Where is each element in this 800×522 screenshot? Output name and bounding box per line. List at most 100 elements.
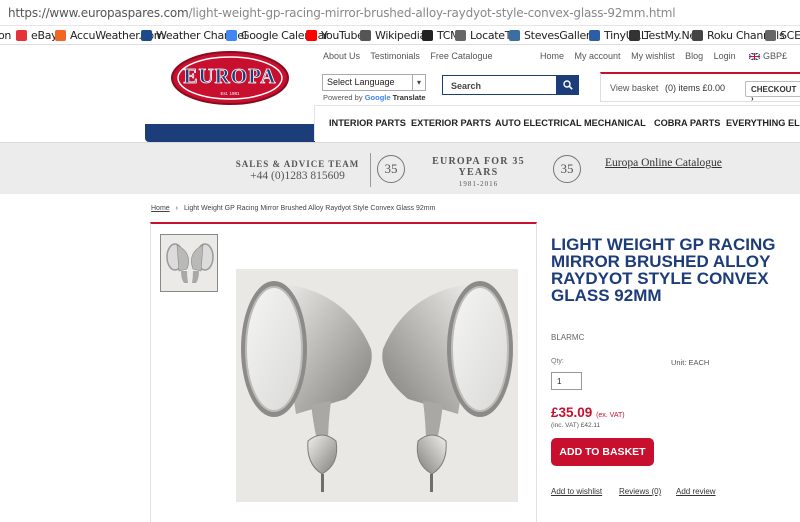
unit-label: Unit: EACH <box>671 358 710 367</box>
product-sku: BLARMC <box>551 333 585 342</box>
bookmark-favicon-icon <box>509 30 520 41</box>
url-path: /light-weight-gp-racing-mirror-brushed-a… <box>188 6 676 20</box>
product-main-image[interactable] <box>236 269 518 502</box>
bookmark-item[interactable]: TestMy.Net <box>629 28 700 43</box>
about-us-link[interactable]: About Us <box>323 51 360 61</box>
bookmarks-bar: oneBayAccuWeather.comWeather ChannelGoog… <box>0 26 800 45</box>
qty-label: Qty: <box>551 358 564 365</box>
breadcrumb-separator: › <box>175 205 178 212</box>
search-button[interactable] <box>557 75 579 95</box>
language-select-value: Select Language <box>327 77 395 87</box>
bookmark-item[interactable]: StevesGallery <box>509 28 597 43</box>
bookmark-favicon-icon <box>360 30 371 41</box>
bookmark-item[interactable]: eBay <box>16 28 58 43</box>
nav-cobra-parts[interactable]: COBRA PARTS <box>654 118 720 128</box>
bookmark-favicon-icon <box>306 30 317 41</box>
product-thumbnail[interactable] <box>160 234 218 292</box>
view-basket-link[interactable]: View basket <box>610 83 658 93</box>
checkout-button[interactable]: CHECKOUT › <box>745 81 800 103</box>
anniversary-badge-left: 35 <box>377 155 405 183</box>
bookmark-label: SCE O <box>780 29 800 42</box>
bookmark-favicon-icon <box>455 30 466 41</box>
bookmark-favicon-icon <box>141 30 152 41</box>
bookmark-item[interactable]: YouTube <box>306 28 364 43</box>
europa-logo[interactable]: EUROPA Est. 1981 <box>170 50 290 106</box>
bookmark-item[interactable]: on <box>0 28 11 43</box>
my-wishlist-link[interactable]: My wishlist <box>631 51 675 61</box>
add-to-basket-button[interactable]: ADD TO BASKET <box>551 438 654 466</box>
anniversary-badge-right: 35 <box>553 155 581 183</box>
powered-by: Powered by Google Translate <box>323 93 426 102</box>
google-text: Google <box>364 93 391 102</box>
reviews-link[interactable]: Reviews (0) <box>619 487 661 496</box>
breadcrumb: Home › Light Weight GP Racing Mirror Bru… <box>151 205 435 212</box>
price-ex-vat-note: (ex. VAT) <box>596 412 625 419</box>
bookmark-label: eBay <box>31 29 58 42</box>
url-host: https://www.europaspares.com <box>8 6 189 20</box>
add-to-wishlist-link[interactable]: Add to wishlist <box>551 487 602 496</box>
bookmark-label: Wikipedia <box>375 29 426 42</box>
bookmark-favicon-icon <box>589 30 600 41</box>
blog-link[interactable]: Blog <box>685 51 703 61</box>
add-review-link[interactable]: Add review <box>676 487 716 496</box>
bookmark-label: on <box>0 29 12 42</box>
quantity-field[interactable]: 1 <box>551 372 582 390</box>
product-title: LIGHT WEIGHT GP RACING MIRROR BRUSHED AL… <box>551 235 776 305</box>
testimonials-link[interactable]: Testimonials <box>370 51 420 61</box>
bookmark-label: StevesGallery <box>524 29 597 42</box>
main-nav: INTERIOR PARTS EXTERIOR PARTS AUTO ELECT… <box>314 105 800 141</box>
top-links: About Us Testimonials Free Catalogue <box>323 51 500 61</box>
bookmark-favicon-icon <box>55 30 66 41</box>
bookmark-favicon-icon <box>226 30 237 41</box>
europa-35-years-range: 1981-2016 <box>458 180 499 188</box>
my-account-link[interactable]: My account <box>575 51 621 61</box>
home-link[interactable]: Home <box>540 51 564 61</box>
currency-selector[interactable]: GBP£ <box>748 51 795 61</box>
nav-auto-electrical[interactable]: AUTO ELECTRICAL <box>495 118 582 128</box>
bookmark-favicon-icon <box>692 30 703 41</box>
basket-items: (0) items £0.00 <box>665 83 726 93</box>
nav-exterior-parts[interactable]: EXTERIOR PARTS <box>411 118 491 128</box>
nav-interior-parts[interactable]: INTERIOR PARTS <box>329 118 406 128</box>
search-input[interactable]: Search <box>442 75 557 95</box>
chevron-down-icon: ▾ <box>412 75 425 90</box>
europa-35-years: EUROPA FOR 35 YEARS 1981-2016 <box>411 156 546 188</box>
chevron-right-icon: › <box>751 94 754 103</box>
europa-35-title: EUROPA FOR 35 YEARS <box>432 156 525 178</box>
bookmark-favicon-icon <box>629 30 640 41</box>
bookmark-item[interactable]: SCE O <box>765 28 800 43</box>
mini-basket: View basket (0) items £0.00 CHECKOUT › <box>600 72 800 103</box>
bookmark-item[interactable]: TCM <box>422 28 460 43</box>
translate-link[interactable]: Translate <box>393 93 426 102</box>
bookmark-item[interactable]: Wikipedia <box>360 28 426 43</box>
free-catalogue-link[interactable]: Free Catalogue <box>430 51 492 61</box>
bookmark-favicon-icon <box>16 30 27 41</box>
breadcrumb-current: Light Weight GP Racing Mirror Brushed Al… <box>183 205 436 212</box>
sales-title: SALES & ADVICE TEAM <box>235 159 360 169</box>
account-links: Home My account My wishlist Blog Login <box>540 51 744 61</box>
login-link[interactable]: Login <box>714 51 736 61</box>
uk-flag-icon <box>748 52 761 61</box>
price-inc-vat: (inc. VAT) £42.11 <box>551 422 601 429</box>
nav-mechanical[interactable]: MECHANICAL <box>584 118 646 128</box>
bookmark-favicon-icon <box>422 30 433 41</box>
powered-by-text: Powered by <box>323 93 363 102</box>
logo-est: Est. 1981 <box>220 91 240 96</box>
divider <box>370 153 371 187</box>
product-price: £35.09 (ex. VAT) <box>551 405 625 420</box>
breadcrumb-home[interactable]: Home <box>151 205 170 212</box>
sales-advice: SALES & ADVICE TEAM +44 (0)1283 815609 <box>230 159 365 182</box>
search-icon <box>563 80 573 90</box>
mirror-thumbnail-image <box>161 235 217 291</box>
currency-label: GBP£ <box>763 51 788 61</box>
bookmark-label: YouTube <box>321 29 364 42</box>
price-value: £35.09 <box>551 405 593 420</box>
mirror-pair-image <box>236 269 518 502</box>
nav-accent <box>145 124 315 142</box>
online-catalogue-link[interactable]: Europa Online Catalogue <box>605 157 722 169</box>
language-select[interactable]: Select Language ▾ <box>322 74 426 91</box>
nav-everything-else[interactable]: EVERYTHING ELSE <box>726 118 800 128</box>
url-text[interactable]: https://www.europaspares.com/light-weigh… <box>8 6 676 20</box>
sales-phone[interactable]: +44 (0)1283 815609 <box>230 170 365 182</box>
address-bar[interactable]: https://www.europaspares.com/light-weigh… <box>0 0 800 26</box>
